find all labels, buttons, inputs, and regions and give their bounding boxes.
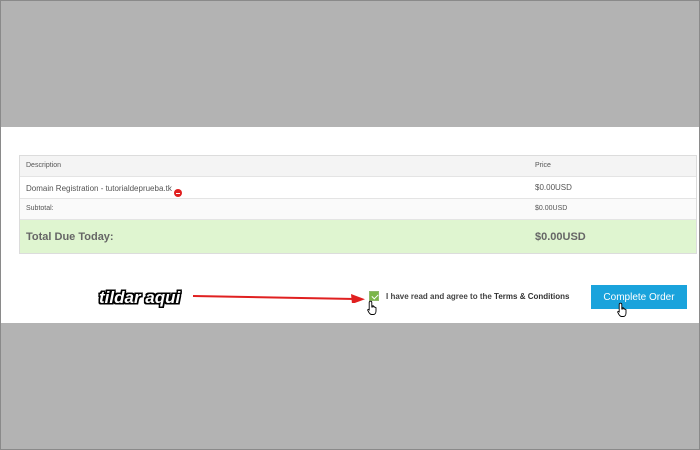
item-price: $0.00USD bbox=[535, 183, 572, 192]
order-table: Description Price Domain Registration - … bbox=[19, 155, 697, 254]
terms-link[interactable]: Terms & Conditions bbox=[494, 292, 569, 301]
subtotal-label: Subtotal: bbox=[26, 205, 54, 212]
terms-prefix: I have read and agree to the bbox=[386, 292, 495, 301]
header-description: Description bbox=[26, 162, 62, 169]
total-label: Total Due Today: bbox=[26, 231, 114, 243]
table-row: Domain Registration - tutorialdeprueba.t… bbox=[20, 177, 696, 199]
total-row: Total Due Today: $0.00USD bbox=[20, 220, 696, 253]
top-gray-band bbox=[1, 1, 699, 127]
complete-order-button[interactable]: Complete Order bbox=[591, 285, 687, 309]
order-summary-panel: Description Price Domain Registration - … bbox=[1, 127, 699, 323]
subtotal-row: Subtotal: $0.00USD bbox=[20, 199, 696, 220]
hand-pointer-icon bbox=[617, 302, 627, 317]
header-price: Price bbox=[535, 162, 551, 169]
table-header-row: Description Price bbox=[20, 156, 696, 177]
total-value: $0.00USD bbox=[535, 231, 586, 243]
subtotal-value: $0.00USD bbox=[535, 205, 568, 212]
annotation-text: tildar aqui bbox=[99, 288, 181, 307]
bottom-gray-band bbox=[1, 323, 699, 449]
hand-pointer-icon bbox=[367, 300, 377, 315]
item-description-cell: Domain Registration - tutorialdeprueba.t… bbox=[26, 183, 182, 197]
item-description: Domain Registration - tutorialdeprueba.t… bbox=[26, 184, 172, 193]
remove-circle-icon[interactable] bbox=[173, 189, 182, 197]
red-arrow-icon bbox=[192, 294, 365, 303]
terms-agreement-label[interactable]: I have read and agree to the Terms & Con… bbox=[386, 292, 569, 301]
